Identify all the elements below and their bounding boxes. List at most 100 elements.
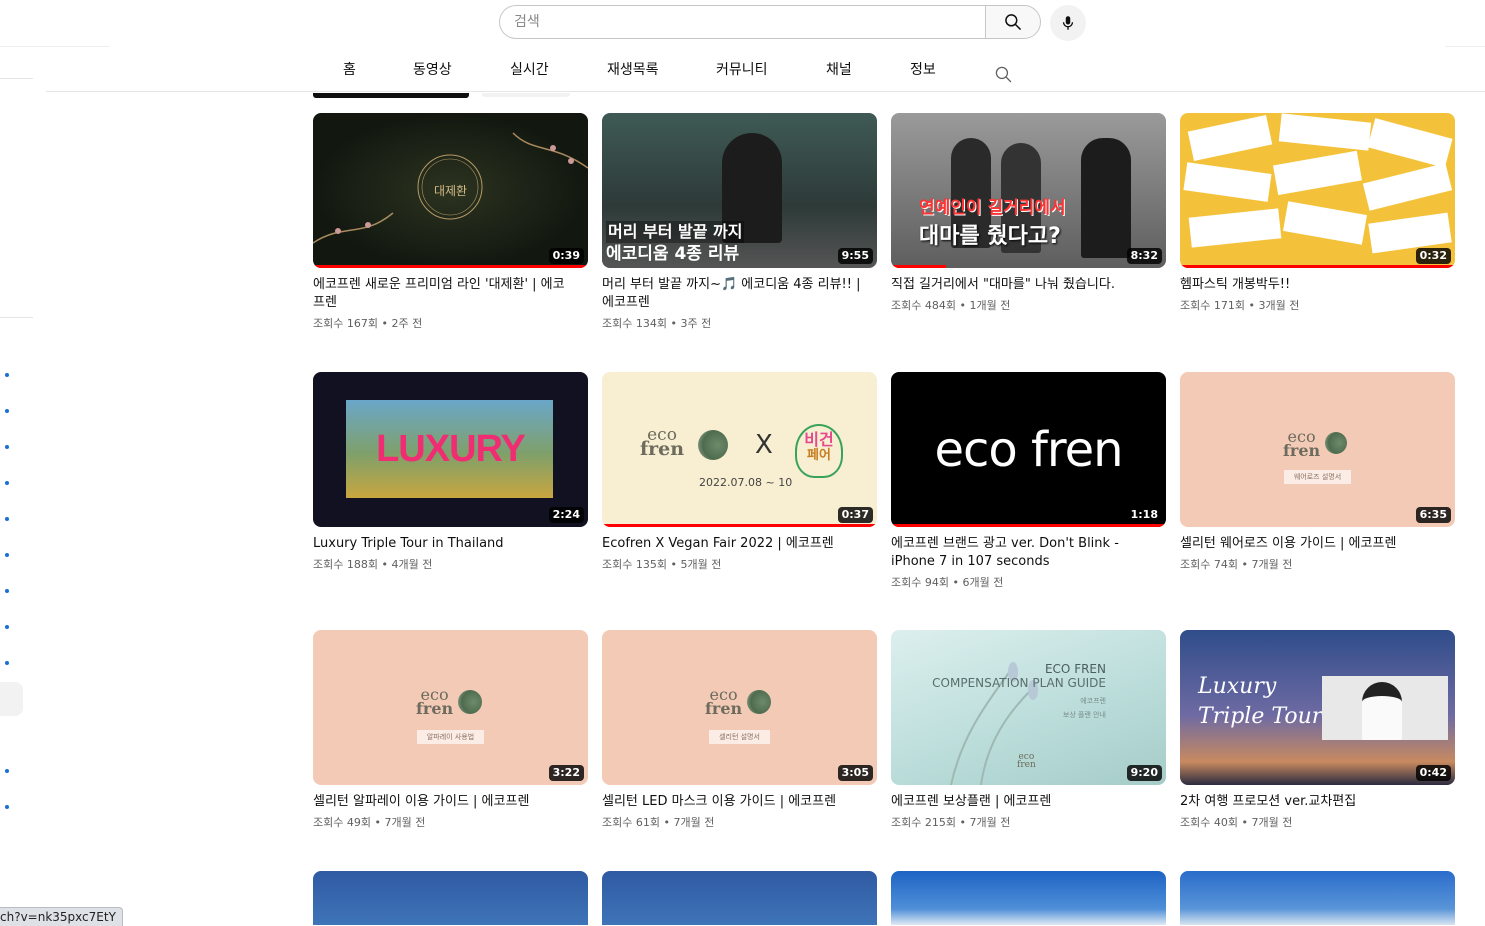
thumbnail-caption-line: 대마를 줬다고? xyxy=(919,224,1061,249)
thumbnail-title: Luxury xyxy=(1198,674,1277,699)
duration-badge: 0:32 xyxy=(1415,248,1451,264)
video-meta: 조회수 188회 • 4개월 전 xyxy=(313,558,433,571)
video-card[interactable] xyxy=(891,871,1166,925)
video-card[interactable] xyxy=(1180,871,1455,925)
video-thumbnail[interactable]: eco fren 알파레이 사용법 3:22 xyxy=(313,630,588,785)
video-thumbnail[interactable]: 머리 부터 발끝 까지 에코디움 4종 리뷰 9:55 xyxy=(602,113,877,268)
video-thumbnail[interactable] xyxy=(602,871,877,925)
video-thumbnail[interactable]: 연예인이 길거리에서 대마를 줬다고? 8:32 xyxy=(891,113,1166,268)
video-card[interactable] xyxy=(602,871,877,925)
video-title[interactable]: 에코프렌 브랜드 광고 ver. Don't Blink - iPhone 7 … xyxy=(891,535,1151,571)
search-input[interactable] xyxy=(499,5,985,39)
sidebar-item-hovered[interactable] xyxy=(0,682,23,716)
video-meta: 조회수 74회 • 7개월 전 xyxy=(1180,558,1293,571)
search-icon xyxy=(1005,14,1021,30)
thumbnail-text: LUXURY xyxy=(313,372,588,527)
tab-playlists[interactable]: 재생목록 xyxy=(607,50,659,90)
video-meta: 조회수 484회 • 1개월 전 xyxy=(891,299,1011,312)
sidebar-live-dot[interactable] xyxy=(5,481,9,485)
video-card[interactable]: eco fren 알파레이 사용법 3:22 셀리턴 알파레이 이용 가이드 |… xyxy=(313,630,588,831)
thumbnail-label: 알파레이 사용법 xyxy=(416,730,485,744)
video-card[interactable]: eco fren 웨어로즈 설명서 6:35 셀리턴 웨어로즈 이용 가이드 |… xyxy=(1180,372,1455,573)
video-thumbnail[interactable]: 0:32 xyxy=(1180,113,1455,268)
tab-videos[interactable]: 동영상 xyxy=(413,50,452,90)
video-thumbnail[interactable]: ECO FREN COMPENSATION PLAN GUIDE 에코프렌 보상… xyxy=(891,630,1166,785)
sidebar-live-dot[interactable] xyxy=(5,373,9,377)
thumbnail-date: 2022.07.08 ~ 10 xyxy=(699,476,793,489)
sidebar-live-dot[interactable] xyxy=(5,553,9,557)
video-title[interactable]: 직접 길거리에서 "대마를" 나눠 줬습니다. xyxy=(891,276,1151,294)
video-meta: 조회수 40회 • 7개월 전 xyxy=(1180,816,1293,829)
sidebar-live-dot[interactable] xyxy=(5,805,9,809)
video-title[interactable]: 머리 부터 발끝 까지~🎵 에코디움 4종 리뷰!! | 에코프렌 xyxy=(602,276,862,312)
voice-search-button[interactable] xyxy=(1050,5,1086,41)
thumbnail-text: 대제환 xyxy=(313,113,588,268)
video-thumbnail[interactable] xyxy=(1180,871,1455,925)
video-title[interactable]: 에코프렌 새로운 프리미엄 라인 '대제환' | 에코프렌 xyxy=(313,276,573,312)
video-card[interactable]: eco fren 셀리턴 설명서 3:05 셀리턴 LED 마스크 이용 가이드… xyxy=(602,630,877,831)
status-bar-url: ch?v=nk35pxc7EtY xyxy=(0,907,123,926)
tab-about[interactable]: 정보 xyxy=(910,50,936,90)
video-title[interactable]: 셀리턴 LED 마스크 이용 가이드 | 에코프렌 xyxy=(602,793,862,811)
duration-badge: 2:24 xyxy=(548,507,584,523)
video-meta: 조회수 215회 • 7개월 전 xyxy=(891,816,1011,829)
video-card[interactable]: ECO FREN COMPENSATION PLAN GUIDE 에코프렌 보상… xyxy=(891,630,1166,831)
video-thumbnail[interactable]: eco fren X 비건 페어 2022.07.08 ~ 10 0:37 xyxy=(602,372,877,527)
tab-channels[interactable]: 채널 xyxy=(826,50,852,90)
video-title[interactable]: 헴파스틱 개봉박두!! xyxy=(1180,276,1440,294)
thumbnail-caption: 보상 플랜 안내 xyxy=(1062,711,1106,719)
video-title[interactable]: Ecofren X Vegan Fair 2022 | 에코프렌 xyxy=(602,535,862,553)
thumbnail-label-wrap: 웨어로즈 설명서 xyxy=(1180,452,1455,484)
video-card[interactable] xyxy=(313,871,588,925)
logo-circle-icon xyxy=(1325,432,1347,454)
video-thumbnail[interactable]: eco fren 셀리턴 설명서 3:05 xyxy=(602,630,877,785)
tabs-divider xyxy=(46,91,1485,92)
tab-community[interactable]: 커뮤니티 xyxy=(716,50,768,90)
video-card[interactable]: 머리 부터 발끝 까지 에코디움 4종 리뷰 9:55 머리 부터 발끝 까지~… xyxy=(602,113,877,332)
video-meta: 조회수 134회 • 3주 전 xyxy=(602,317,712,330)
sidebar-live-dot[interactable] xyxy=(5,409,9,413)
video-title[interactable]: 에코프렌 보상플랜 | 에코프렌 xyxy=(891,793,1151,811)
search-bar xyxy=(499,5,1041,41)
video-thumbnail[interactable]: eco fren 웨어로즈 설명서 6:35 xyxy=(1180,372,1455,527)
video-thumbnail[interactable]: Luxury Triple Tour 0:42 xyxy=(1180,630,1455,785)
logo-circle-icon xyxy=(698,430,728,460)
sidebar-live-dot[interactable] xyxy=(5,625,9,629)
video-title[interactable]: 2차 여행 프로모션 ver.교차편집 xyxy=(1180,793,1440,811)
sidebar-live-dot[interactable] xyxy=(5,445,9,449)
video-card[interactable]: eco fren X 비건 페어 2022.07.08 ~ 10 0:37 Ec… xyxy=(602,372,877,573)
duration-badge: 8:32 xyxy=(1126,248,1162,264)
video-card[interactable]: 연예인이 길거리에서 대마를 줬다고? 8:32 직접 길거리에서 "대마를" … xyxy=(891,113,1166,314)
header-divider xyxy=(1445,46,1485,47)
video-title[interactable]: 셀리턴 알파레이 이용 가이드 | 에코프렌 xyxy=(313,793,573,811)
video-card[interactable]: LUXURY 2:24 Luxury Triple Tour in Thaila… xyxy=(313,372,588,573)
thumbnail-label: 웨어로즈 설명서 xyxy=(1283,470,1352,484)
video-title[interactable]: 셀리턴 웨어로즈 이용 가이드 | 에코프렌 xyxy=(1180,535,1440,553)
video-meta: 조회수 171회 • 3개월 전 xyxy=(1180,299,1300,312)
tab-live[interactable]: 실시간 xyxy=(510,50,549,90)
video-card[interactable]: 대제환 0:39 에코프렌 새로운 프리미엄 라인 '대제환' | 에코프렌 조… xyxy=(313,113,588,332)
video-thumbnail[interactable] xyxy=(313,871,588,925)
video-thumbnail[interactable]: eco fren 1:18 xyxy=(891,372,1166,527)
sidebar-live-dot[interactable] xyxy=(5,589,9,593)
video-thumbnail[interactable]: LUXURY 2:24 xyxy=(313,372,588,527)
thumbnail-figure xyxy=(1362,682,1402,740)
video-thumbnail[interactable] xyxy=(891,871,1166,925)
thumbnail-title: LUXURY xyxy=(376,428,526,470)
sidebar-live-dot[interactable] xyxy=(5,517,9,521)
video-title[interactable]: Luxury Triple Tour in Thailand xyxy=(313,535,573,553)
duration-badge: 1:18 xyxy=(1126,507,1162,523)
logo-word: fren xyxy=(640,438,685,460)
sidebar-live-dot[interactable] xyxy=(5,769,9,773)
sidebar-live-dot[interactable] xyxy=(5,661,9,665)
search-button[interactable] xyxy=(985,5,1041,39)
tab-home[interactable]: 홈 xyxy=(343,50,356,90)
video-card[interactable]: Luxury Triple Tour 0:42 2차 여행 프로모션 ver.교… xyxy=(1180,630,1455,831)
thumbnail-caption-line: 연예인이 길거리에서 xyxy=(919,198,1066,218)
mic-icon xyxy=(1062,16,1074,30)
duration-badge: 3:05 xyxy=(837,765,873,781)
video-thumbnail[interactable]: 대제환 0:39 xyxy=(313,113,588,268)
video-card[interactable]: eco fren 1:18 에코프렌 브랜드 광고 ver. Don't Bli… xyxy=(891,372,1166,591)
tab-search-button[interactable] xyxy=(994,60,1013,83)
video-card[interactable]: 0:32 헴파스틱 개봉박두!! 조회수 171회 • 3개월 전 xyxy=(1180,113,1455,314)
